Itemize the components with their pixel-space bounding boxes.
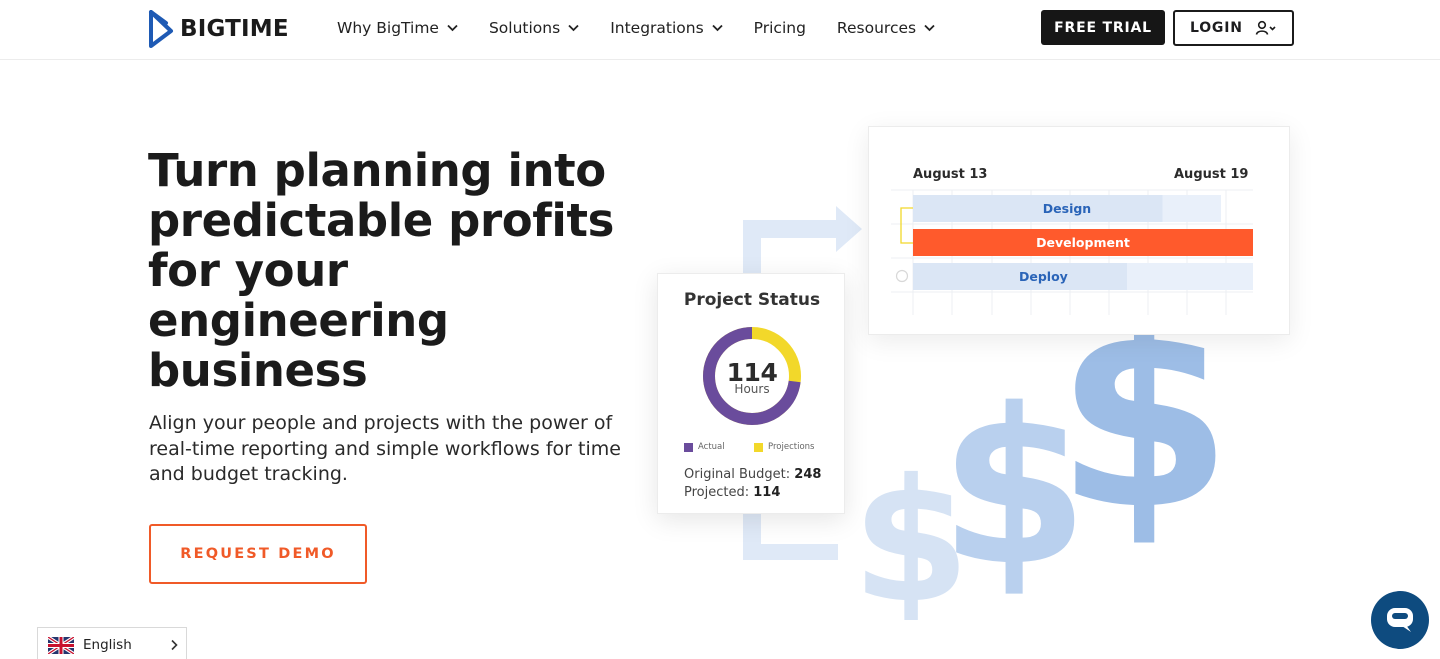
language-label: English [83, 637, 132, 653]
legend-projections-swatch [754, 442, 763, 452]
nav-item-label: Solutions [488, 19, 561, 37]
nav-item-label: Pricing [753, 19, 806, 37]
chat-bubble-icon [1387, 608, 1413, 632]
legend-actual: Actual [684, 442, 725, 452]
legend-actual-swatch [684, 442, 693, 452]
login-label: LOGIN [1190, 20, 1243, 36]
legend-projections: Projections [754, 442, 814, 452]
nav-item-label: Why BigTime [337, 19, 439, 37]
gantt-task-development: Development [913, 229, 1253, 256]
gantt-task-label: Deploy [1019, 269, 1068, 284]
original-budget-label: Original Budget: [684, 467, 791, 482]
gantt-end-date: August 19 [1174, 167, 1249, 182]
nav-item-pricing[interactable]: Pricing [754, 19, 806, 37]
original-budget-value: 248 [794, 467, 822, 482]
legend-actual-label: Actual [698, 442, 725, 452]
chevron-down-icon [924, 24, 935, 32]
chevron-down-icon [568, 24, 579, 32]
gantt-start-date: August 13 [913, 167, 988, 182]
chat-widget-button[interactable] [1371, 591, 1429, 649]
chevron-right-icon [171, 639, 178, 651]
site-header: BIGTIME Why BigTime Solutions Integratio… [0, 0, 1440, 60]
login-button[interactable]: LOGIN [1173, 10, 1294, 46]
nav-item-why-bigtime[interactable]: Why BigTime [337, 19, 458, 37]
project-status-card: Project Status 114 Hours Actual Projecti… [657, 273, 845, 514]
hours-unit: Hours [734, 382, 770, 396]
hero-subtitle: Align your people and projects with the … [149, 412, 621, 485]
projected-value: 114 [753, 485, 781, 500]
nav-item-label: Resources [836, 19, 917, 37]
brand-name: BIGTIME [180, 16, 289, 42]
project-status-title: Project Status [683, 290, 821, 310]
legend-projections-label: Projections [768, 442, 815, 452]
request-demo-button[interactable]: REQUEST DEMO [149, 524, 367, 584]
gantt-task-deploy: Deploy [913, 263, 1253, 290]
nav-item-label: Integrations [610, 19, 704, 37]
original-budget-line: Original Budget: 248 [684, 467, 821, 482]
chevron-down-icon [712, 24, 723, 32]
nav-item-integrations[interactable]: Integrations [610, 19, 723, 37]
hero-title: Turn planning into predictable profits f… [148, 144, 614, 397]
language-selector[interactable]: English [37, 627, 187, 659]
nav-item-solutions[interactable]: Solutions [489, 19, 579, 37]
chevron-down-icon [447, 24, 458, 32]
projected-label: Projected: [684, 485, 750, 500]
free-trial-button[interactable]: FREE TRIAL [1041, 10, 1165, 45]
gantt-card: August 13 August 19 Design Development D… [868, 126, 1290, 335]
nav-item-resources[interactable]: Resources [837, 19, 935, 37]
projected-line: Projected: 114 [684, 485, 780, 500]
brand-logo[interactable]: BIGTIME [148, 9, 289, 49]
gantt-task-design: Design [913, 195, 1221, 222]
user-icon [1255, 20, 1276, 35]
main-nav: Why BigTime Solutions Integrations Prici… [337, 0, 966, 56]
uk-flag-icon [48, 636, 74, 654]
bigtime-logo-icon [149, 10, 173, 48]
